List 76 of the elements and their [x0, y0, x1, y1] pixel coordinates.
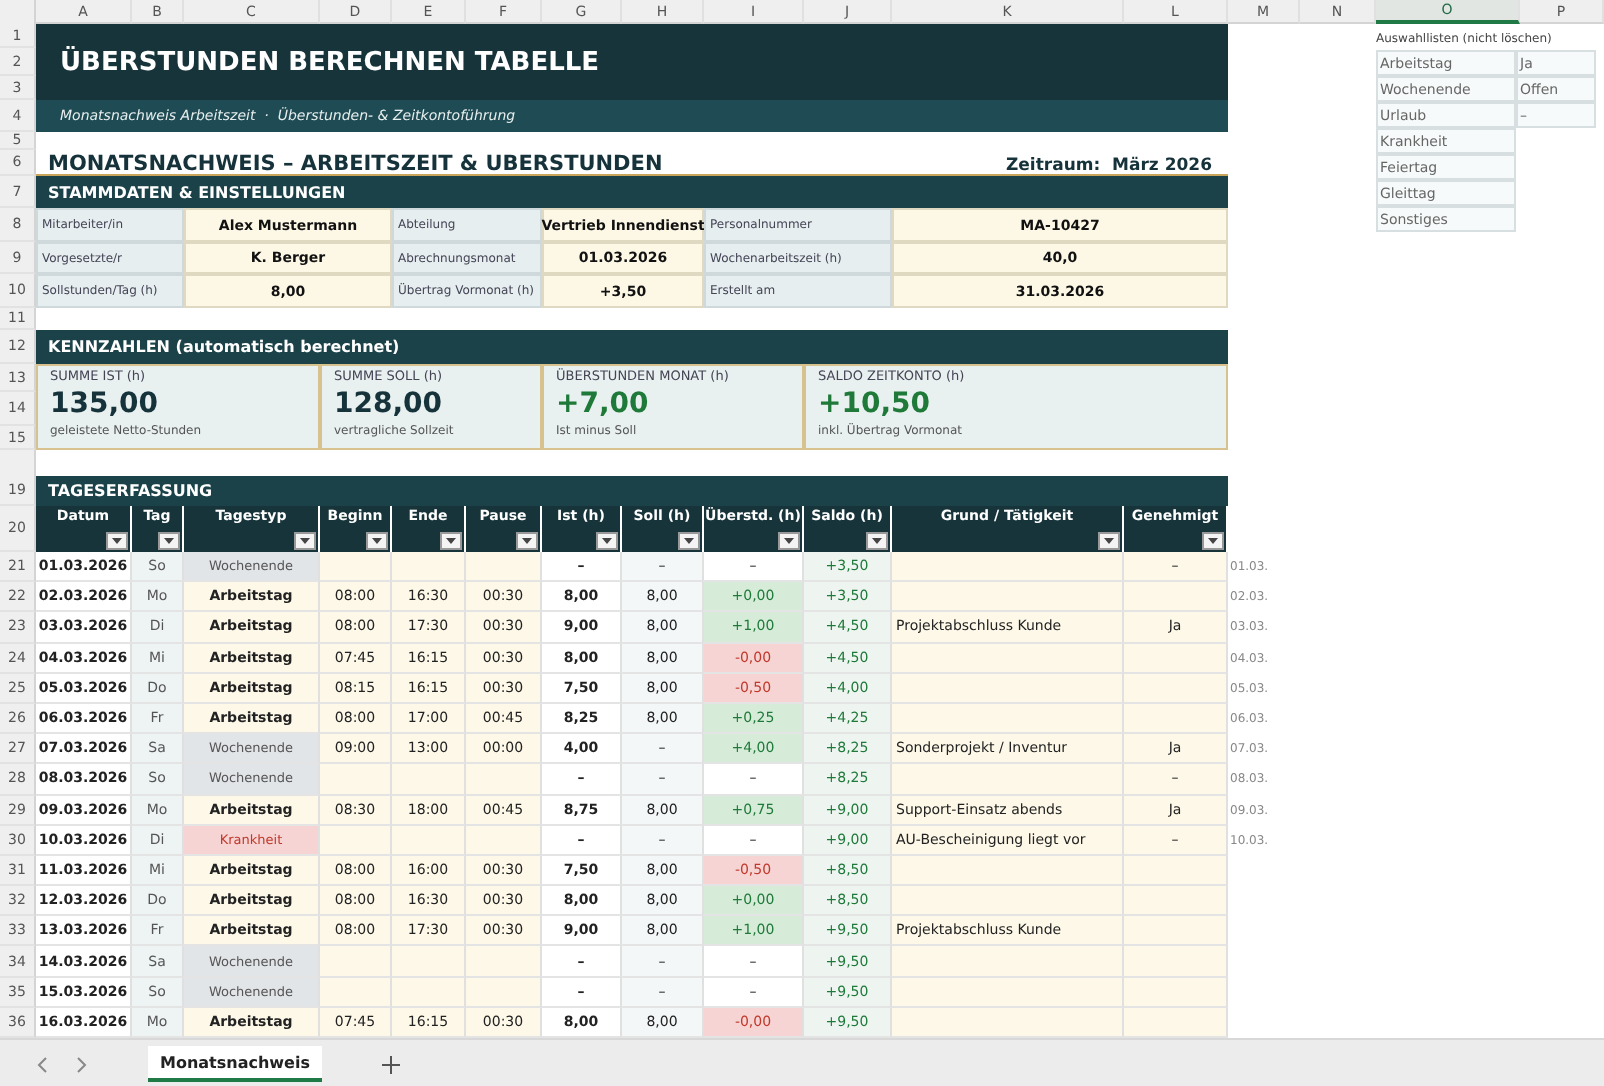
hidden-rows-header[interactable] — [0, 450, 36, 476]
filter-dropdown-button[interactable] — [866, 532, 888, 550]
table-cell[interactable] — [892, 703, 1124, 735]
table-cell[interactable] — [892, 673, 1124, 704]
table-cell[interactable] — [392, 825, 466, 856]
caret-icon — [1208, 538, 1218, 544]
sheet-title: ÜBERSTUNDEN BERECHNEN TABELLE — [60, 47, 600, 77]
caret-icon — [684, 538, 694, 544]
caret-icon — [300, 538, 310, 544]
table-cell[interactable] — [892, 582, 1124, 613]
kpi-value: 135,00 — [50, 386, 161, 424]
table-cell[interactable] — [320, 977, 392, 1008]
table-cell[interactable] — [320, 825, 392, 856]
filter-dropdown-button[interactable] — [1202, 532, 1224, 550]
caret-icon — [164, 538, 174, 544]
table-cell[interactable] — [320, 552, 392, 583]
select-all-corner[interactable] — [0, 0, 36, 24]
table-cell[interactable] — [892, 643, 1124, 674]
table-cell[interactable] — [892, 946, 1124, 978]
chevron-left-icon[interactable] — [36, 1055, 48, 1073]
section-bar: KENNZAHLEN (automatisch berechnet) — [36, 330, 1228, 364]
add-sheet-icon[interactable] — [382, 1055, 400, 1073]
table-cell[interactable] — [1124, 643, 1228, 674]
caret-icon — [784, 538, 794, 544]
filter-dropdown-button[interactable] — [678, 532, 700, 550]
chevron-right-icon[interactable] — [76, 1055, 88, 1073]
table-cell[interactable] — [392, 764, 466, 795]
filter-dropdown-button[interactable] — [516, 532, 538, 550]
filter-dropdown-button[interactable] — [158, 532, 180, 550]
caret-icon — [522, 538, 532, 544]
table-cell[interactable] — [1124, 916, 1228, 947]
section-bar: TAGESERFASSUNG — [36, 476, 1228, 506]
filter-dropdown-button[interactable] — [1098, 532, 1120, 550]
table-cell[interactable] — [1124, 977, 1228, 1008]
caret-icon — [446, 538, 456, 544]
filter-dropdown-button[interactable] — [778, 532, 800, 550]
caret-icon — [1104, 538, 1114, 544]
sheet-tab[interactable]: Monatsnachweis — [148, 1046, 322, 1082]
caret-icon — [112, 538, 122, 544]
table-cell[interactable] — [892, 1007, 1124, 1038]
table-cell[interactable] — [1124, 855, 1228, 887]
table-cell[interactable] — [392, 946, 466, 978]
kpi-value: 128,00 — [334, 386, 445, 424]
table-cell[interactable] — [1124, 582, 1228, 613]
table-cell[interactable] — [466, 825, 542, 856]
kpi-value: +10,50 — [818, 386, 933, 423]
caret-icon — [372, 538, 382, 544]
table-cell[interactable] — [1124, 673, 1228, 704]
table-cell[interactable] — [392, 977, 466, 1008]
table-cell[interactable] — [320, 946, 392, 978]
table-cell[interactable] — [392, 552, 466, 583]
kpi-value: +7,00 — [556, 386, 651, 424]
filter-dropdown-button[interactable] — [294, 532, 316, 550]
table-cell[interactable] — [466, 946, 542, 978]
filter-dropdown-button[interactable] — [366, 532, 388, 550]
caret-icon — [872, 538, 882, 544]
table-cell[interactable] — [1124, 886, 1228, 917]
period-label: Zeitraum: März 2026 — [1003, 154, 1214, 176]
section-heading: MONATSNACHWEIS – ARBEITSZEIT & UBERSTUNDEN — [46, 150, 665, 176]
table-cell[interactable] — [466, 764, 542, 795]
table-cell[interactable] — [466, 977, 542, 1008]
filter-dropdown-button[interactable] — [106, 532, 128, 550]
filter-dropdown-button[interactable] — [596, 532, 618, 550]
table-cell[interactable] — [1124, 1007, 1228, 1038]
table-cell[interactable] — [892, 552, 1124, 583]
table-cell[interactable] — [892, 764, 1124, 795]
table-cell[interactable] — [892, 886, 1124, 917]
table-cell[interactable] — [892, 855, 1124, 887]
table-cell[interactable] — [1124, 703, 1228, 735]
filter-dropdown-button[interactable] — [440, 532, 462, 550]
section-bar: STAMMDATEN & EINSTELLUNGEN — [36, 176, 1228, 208]
table-cell[interactable] — [320, 764, 392, 795]
caret-icon — [602, 538, 612, 544]
table-cell[interactable] — [1124, 946, 1228, 978]
table-cell[interactable] — [892, 977, 1124, 1008]
table-cell[interactable] — [466, 552, 542, 583]
